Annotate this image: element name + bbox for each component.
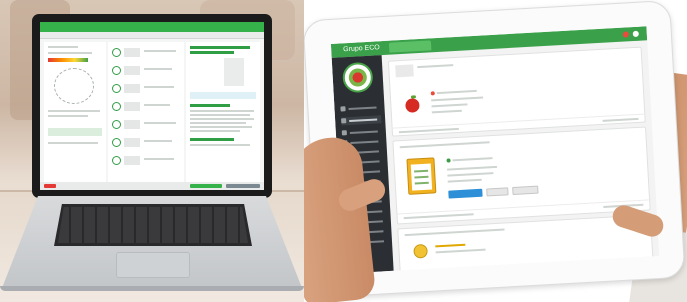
laptop-photo <box>0 0 304 302</box>
apple-icon <box>405 98 420 113</box>
body-diagram <box>54 68 94 104</box>
medal-icon <box>413 243 428 259</box>
laptop-save-button[interactable] <box>190 184 222 188</box>
laptop-delete-button[interactable] <box>44 184 56 188</box>
laptop-screen <box>40 22 264 190</box>
exercise-photo <box>224 58 244 86</box>
tablet-app-name: Grupo ECO <box>343 44 380 54</box>
tertiary-action-button[interactable] <box>512 185 539 196</box>
sidebar-item-active[interactable] <box>341 115 382 126</box>
tablet-photo: Grupo ECO <box>304 0 687 302</box>
tablet-screen: Grupo ECO <box>330 26 660 274</box>
feed-card <box>387 46 647 137</box>
laptop-front-edge <box>0 286 304 291</box>
laptop-app-title-bar <box>40 22 264 32</box>
feed-card <box>392 126 652 225</box>
laptop-trackpad <box>116 252 190 278</box>
keyboard-keys <box>58 207 248 243</box>
user-avatar[interactable] <box>632 30 639 38</box>
laptop-exercise-list <box>108 42 184 182</box>
tablet-active-tab[interactable] <box>388 40 432 53</box>
laptop-exercise-detail <box>186 42 260 182</box>
secondary-action-button[interactable] <box>486 187 509 197</box>
primary-action-button[interactable] <box>448 188 483 199</box>
laptop-panel-left <box>44 42 106 182</box>
laptop-tab-strip <box>40 32 264 39</box>
notification-icon[interactable] <box>622 31 629 38</box>
sidebar-item[interactable] <box>340 103 380 113</box>
card-thumbnail <box>395 64 414 78</box>
laptop-close-button[interactable] <box>226 184 260 188</box>
sidebar-item[interactable] <box>341 127 382 137</box>
